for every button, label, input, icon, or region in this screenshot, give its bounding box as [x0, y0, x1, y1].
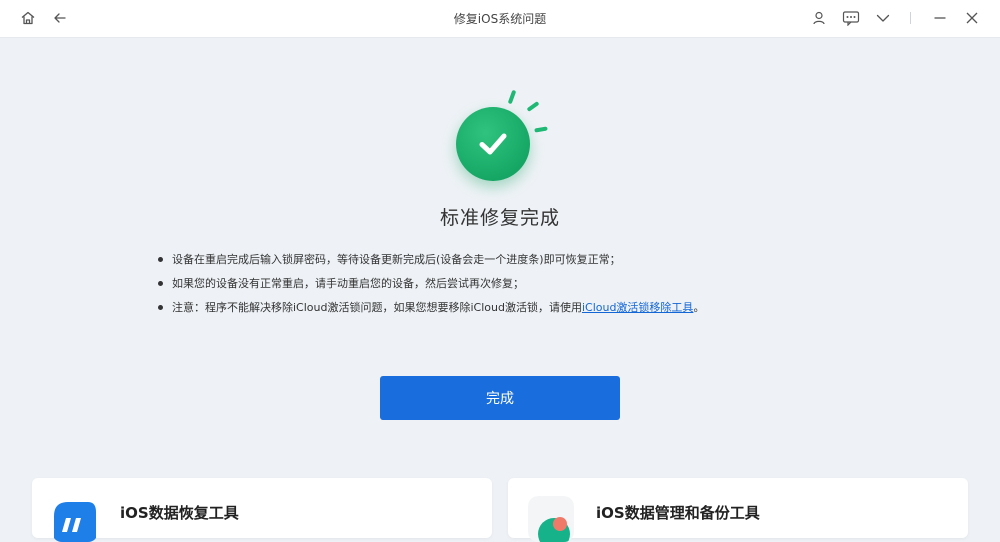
data-recovery-app-icon [52, 496, 98, 542]
product-card-data-backup[interactable]: iOS数据管理和备份工具 [508, 478, 968, 542]
check-circle [456, 107, 530, 181]
user-icon[interactable] [809, 8, 829, 28]
message-icon[interactable] [841, 8, 861, 28]
note-item: 如果您的设备没有正常重启，请手动重启您的设备，然后尝试再次修复； [158, 275, 858, 299]
sparkle-ray [534, 126, 548, 133]
minimize-icon[interactable] [930, 8, 950, 28]
repair-notes-list: 设备在重启完成后输入锁屏密码，等待设备更新完成后(设备会走一个进度条)即可恢复正… [158, 251, 858, 323]
close-icon[interactable] [962, 8, 982, 28]
sparkle-ray [526, 101, 540, 112]
product-card-data-recovery[interactable]: iOS数据恢复工具 [32, 478, 492, 542]
done-button[interactable]: 完成 [380, 376, 620, 420]
note-item: 设备在重启完成后输入锁屏密码，等待设备更新完成后(设备会走一个进度条)即可恢复正… [158, 251, 858, 275]
data-backup-app-icon [528, 496, 574, 542]
result-heading: 标准修复完成 [439, 207, 560, 229]
success-check-icon [440, 85, 560, 195]
chevron-down-icon[interactable] [873, 8, 893, 28]
icloud-unlock-tool-link[interactable]: iCloud激活锁移除工具 [582, 301, 693, 314]
sparkle-ray [507, 89, 517, 105]
title-bar-divider [910, 12, 911, 24]
note-item: 注意：程序不能解决移除iCloud激活锁问题，如果您想要移除iCloud激活锁，… [158, 299, 858, 323]
title-bar: 修复iOS系统问题 [0, 0, 1000, 38]
